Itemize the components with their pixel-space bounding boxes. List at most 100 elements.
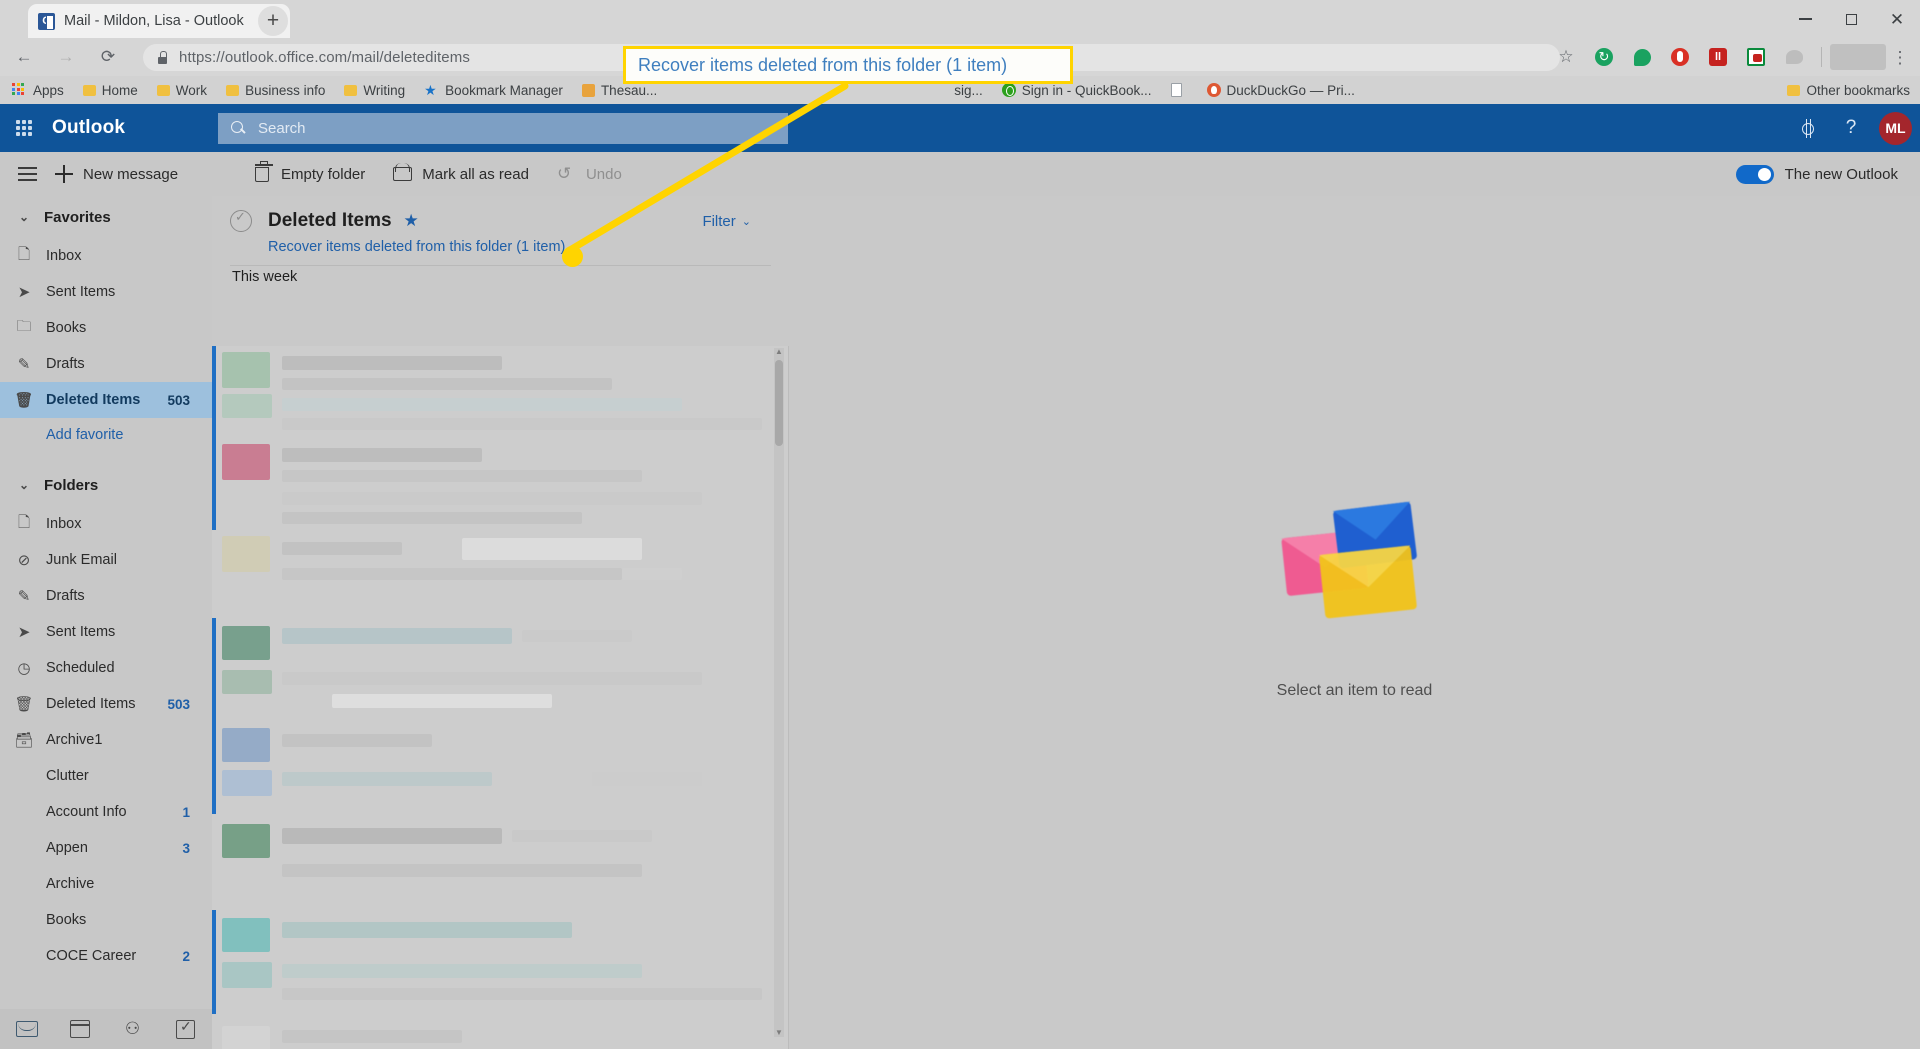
mail-icon[interactable] — [0, 1009, 53, 1049]
undo-button[interactable]: ↺ Undo — [557, 164, 622, 184]
sidebar-item-books[interactable]: 🗀 Books — [0, 310, 212, 346]
avatar[interactable]: ML — [1879, 111, 1912, 145]
bookmark-star-icon[interactable]: ☆ — [1551, 42, 1581, 72]
other-bookmarks-button[interactable]: Other bookmarks — [1787, 83, 1910, 98]
archive-icon: 🗃 — [14, 732, 34, 749]
chevron-down-icon: ⌄ — [741, 216, 751, 228]
empty-folder-button[interactable]: Empty folder — [252, 161, 365, 184]
trash-icon: 🗑 — [14, 696, 34, 713]
bookmark-thesaurus[interactable]: Thesau... — [581, 83, 657, 98]
folders-label: Folders — [44, 476, 99, 494]
bookmark-sig[interactable]: sig... — [954, 83, 983, 98]
search-input[interactable]: Search — [218, 113, 788, 144]
scrollbar-thumb[interactable] — [775, 360, 783, 446]
sidebar-folder-junk-email[interactable]: ⊘ Junk Email — [0, 542, 212, 578]
sidebar-folder-archive[interactable]: Archive — [0, 866, 212, 902]
table-row[interactable] — [212, 346, 789, 438]
table-row[interactable] — [212, 530, 789, 618]
gray-extension-icon[interactable] — [1779, 42, 1809, 72]
table-row[interactable] — [212, 814, 789, 910]
table-row[interactable] — [212, 618, 789, 722]
profile-avatar[interactable] — [1830, 44, 1886, 70]
add-favorite-button[interactable]: Add favorite — [0, 418, 212, 452]
tasks-icon[interactable] — [159, 1009, 212, 1049]
close-window-button[interactable]: ✕ — [1874, 0, 1920, 38]
bookmark-home[interactable]: Home — [82, 83, 138, 98]
adblock-icon[interactable] — [1665, 42, 1695, 72]
browser-tab[interactable]: O Mail - Mildon, Lisa - Outlook × — [28, 4, 290, 38]
filter-button[interactable]: Filter ⌄ — [702, 213, 751, 230]
toggle-switch[interactable] — [1735, 164, 1774, 184]
people-icon[interactable]: ⚇ — [106, 1009, 159, 1049]
grammarly-icon[interactable] — [1589, 42, 1619, 72]
sidebar-folder-scheduled[interactable]: ◷ Scheduled — [0, 650, 212, 686]
folders-section-header[interactable]: ⌄ Folders — [0, 464, 212, 506]
sidebar-folder-archive1[interactable]: 🗃 Archive1 — [0, 722, 212, 758]
maximize-icon — [1845, 13, 1857, 25]
table-row[interactable] — [212, 1014, 789, 1049]
sidebar-item-inbox[interactable]: 🗋 Inbox — [0, 238, 212, 274]
sidebar-folder-inbox[interactable]: 🗋 Inbox — [0, 506, 212, 542]
message-list-scroll-area[interactable] — [212, 346, 789, 1049]
browser-menu-icon[interactable]: ⋮ — [1886, 49, 1914, 66]
sidebar-folder-sent-items[interactable]: ➤ Sent Items — [0, 614, 212, 650]
sidebar-folder-drafts[interactable]: ✎ Drafts — [0, 578, 212, 614]
mark-all-read-button[interactable]: Mark all as read — [393, 164, 529, 184]
star-filled-icon[interactable]: ★ — [404, 211, 419, 231]
outlook-brand[interactable]: Outlook — [52, 117, 125, 139]
settings-button[interactable] — [1785, 104, 1829, 152]
sidebar-item-label: Drafts — [46, 588, 85, 604]
sidebar-item-deleted-items[interactable]: 🗑 Deleted Items 503 — [0, 382, 212, 418]
hamburger-icon[interactable] — [0, 152, 54, 196]
doc-icon — [1170, 83, 1182, 97]
table-row[interactable] — [212, 910, 789, 1014]
maximize-button[interactable] — [1828, 0, 1874, 38]
scrollbar-track[interactable] — [774, 348, 784, 1037]
scroll-down-icon[interactable]: ▼ — [775, 1029, 783, 1037]
bookmark-business-info[interactable]: Business info — [226, 83, 325, 98]
sidebar-folder-deleted-items[interactable]: 🗑 Deleted Items 503 — [0, 686, 212, 722]
sidebar-folder-account-info[interactable]: Account Info 1 — [0, 794, 212, 830]
new-tab-button[interactable]: + — [258, 6, 288, 36]
message-list-scrollbar[interactable]: ▲ ▼ — [774, 348, 784, 1037]
recover-deleted-items-link[interactable]: Recover items deleted from this folder (… — [268, 239, 771, 255]
help-button[interactable]: ? — [1829, 104, 1873, 152]
new-message-button[interactable]: New message — [54, 164, 178, 184]
pause-extension-icon[interactable] — [1703, 42, 1733, 72]
table-row[interactable] — [212, 438, 789, 530]
undo-icon: ↺ — [556, 164, 572, 183]
bookmark-doc[interactable] — [1170, 83, 1188, 97]
cat-extension-icon[interactable] — [1741, 42, 1771, 72]
table-row[interactable] — [212, 722, 789, 814]
bookmark-writing[interactable]: Writing — [344, 83, 405, 98]
sidebar-folder-books[interactable]: Books — [0, 902, 212, 938]
envelopes-illustration — [1281, 500, 1424, 619]
calendar-icon[interactable] — [53, 1009, 106, 1049]
sidebar-item-label: Junk Email — [46, 552, 117, 568]
minimize-button[interactable] — [1782, 0, 1828, 38]
trash-icon: 🗑 — [14, 392, 34, 409]
sidebar-item-sent-items[interactable]: ➤ Sent Items — [0, 274, 212, 310]
bookmark-work[interactable]: Work — [156, 83, 207, 98]
sidebar-folder-appen[interactable]: Appen 3 — [0, 830, 212, 866]
favorites-section-header[interactable]: ⌄ Favorites — [0, 196, 212, 238]
bookmark-bookmark-manager[interactable]: ★ Bookmark Manager — [424, 83, 563, 98]
bookmark-apps[interactable]: Apps — [12, 83, 64, 98]
app-launcher-icon[interactable] — [0, 104, 48, 152]
check-circle-icon[interactable] — [230, 209, 252, 232]
sidebar-folder-coce-career[interactable]: COCE Career 2 — [0, 938, 212, 974]
bookmark-quickbooks[interactable]: Sign in - QuickBook... — [1001, 83, 1152, 98]
blob-extension-icon[interactable] — [1627, 42, 1657, 72]
command-bar: New message Empty folder Mark all as rea… — [0, 152, 1920, 196]
quickbooks-icon — [1001, 83, 1016, 97]
annotation-callout-text: Recover items deleted from this folder (… — [638, 54, 1008, 75]
scroll-up-icon[interactable]: ▲ — [775, 348, 783, 356]
sidebar-item-drafts[interactable]: ✎ Drafts — [0, 346, 212, 382]
new-outlook-toggle[interactable]: The new Outlook — [1735, 164, 1898, 184]
reload-button[interactable]: ⟳ — [90, 39, 126, 75]
forward-button[interactable]: → — [48, 39, 84, 75]
sidebar-folder-clutter[interactable]: Clutter — [0, 758, 212, 794]
bookmark-duckduckgo[interactable]: DuckDuckGo — Pri... — [1206, 83, 1355, 98]
back-button[interactable]: ← — [6, 39, 42, 75]
chevron-down-icon: ⌄ — [18, 210, 30, 224]
